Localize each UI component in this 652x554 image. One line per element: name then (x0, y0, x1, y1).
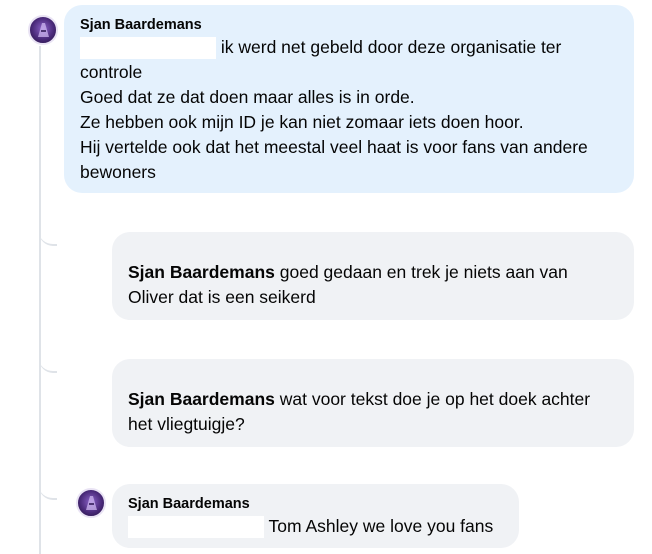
comment-author[interactable]: Sjan Baardemans (128, 494, 503, 514)
reply-text-line: het vliegtuigje? (128, 414, 245, 434)
reply-bubble: Sjan Baardemans wat voor tekst doe je op… (112, 359, 634, 447)
reply-author[interactable]: Sjan Baardemans (128, 262, 275, 282)
reply-author[interactable]: Sjan Baardemans (128, 389, 275, 409)
comment-text-line: Goed dat ze dat doen maar alles is in or… (80, 87, 415, 107)
avatar[interactable] (28, 15, 58, 45)
comment-text-line: Tom Ashley we love you fans (128, 514, 503, 539)
avatar[interactable] (76, 488, 106, 518)
comment-bubble: Sjan Baardemans Tom Ashley we love you f… (112, 484, 519, 548)
comment-text-line: ik werd net gebeld door deze organisatie… (80, 35, 618, 60)
comment-text-line: controle (80, 62, 143, 82)
redacted-mention (128, 516, 264, 538)
reply-text-line: Sjan Baardemans goed gedaan en trek je n… (128, 262, 568, 282)
profile-avatar-icon (86, 496, 97, 510)
comment-author[interactable]: Sjan Baardemans (80, 15, 618, 35)
redacted-mention (80, 37, 216, 59)
comment-bubble: Sjan Baardemans ik werd net gebeld door … (64, 5, 634, 193)
reply-text-line: Sjan Baardemans wat voor tekst doe je op… (128, 389, 591, 409)
thread-connector-elbow (39, 218, 57, 246)
reply-text-line: Oliver dat is een seikerd (128, 287, 316, 307)
thread-connector-elbow (39, 345, 57, 373)
comment-text-line: Hij vertelde ook dat het meestal veel ha… (80, 137, 588, 157)
comment-text-line: bewoners (80, 162, 156, 182)
reply-bubble: Sjan Baardemans goed gedaan en trek je n… (112, 232, 634, 320)
profile-avatar-icon (38, 23, 49, 37)
comment-text-line: Ze hebben ook mijn ID je kan niet zomaar… (80, 112, 524, 132)
thread-connector-elbow (39, 472, 57, 500)
